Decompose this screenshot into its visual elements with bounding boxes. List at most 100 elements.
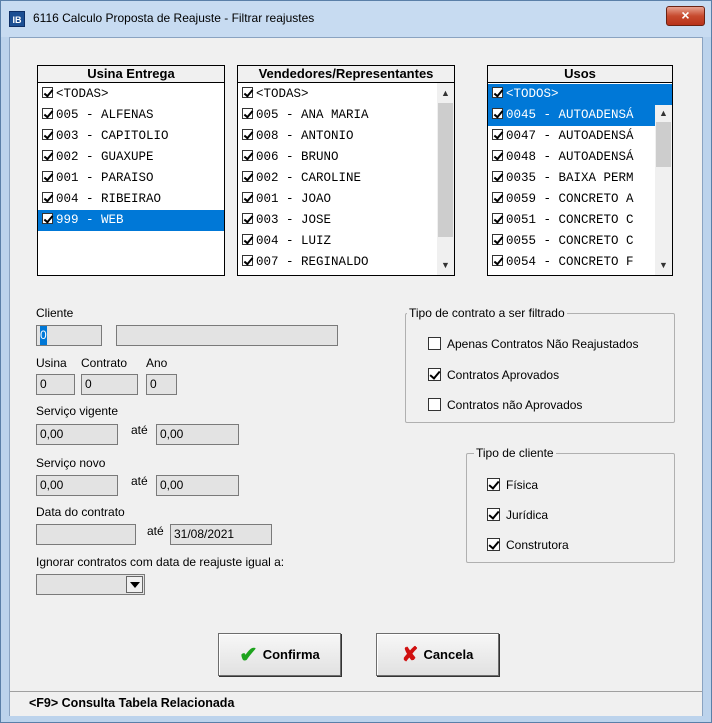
- list-item[interactable]: 001 - JOAO: [238, 189, 437, 210]
- servico-vigente-to-input[interactable]: 0,00: [156, 424, 239, 445]
- list-item[interactable]: <TODAS>: [38, 84, 224, 105]
- vendedores-list[interactable]: 007 - REGINALDO 004 - LUIZ 003 - JOSE 001 -…: [237, 82, 455, 276]
- construtora-checkbox[interactable]: Construtora: [487, 538, 569, 552]
- servico-vigente-from-input[interactable]: 0,00: [36, 424, 118, 445]
- list-item-label: 001 - PARAISO: [56, 171, 154, 185]
- ano-input[interactable]: 0: [146, 374, 177, 395]
- checkbox-icon[interactable]: [487, 478, 500, 491]
- list-item[interactable]: 008 - ANTONIO: [238, 126, 437, 147]
- close-button[interactable]: ×: [666, 6, 705, 26]
- cliente-code-input[interactable]: 0: [36, 325, 102, 346]
- list-item[interactable]: 007 - REGINALDO: [238, 252, 437, 273]
- scroll-thumb[interactable]: [438, 103, 453, 237]
- checkbox-icon[interactable]: [42, 87, 53, 98]
- list-item-label: 0051 - CONCRETO C: [506, 213, 634, 227]
- list-item[interactable]: 002 - GUAXUPE: [38, 147, 224, 168]
- list-item[interactable]: 001 - PARAISO: [38, 168, 224, 189]
- checkbox-icon[interactable]: [492, 150, 503, 161]
- list-item-label: 008 - ANTONIO: [256, 129, 354, 143]
- cliente-name-input[interactable]: [116, 325, 338, 346]
- checkbox-icon[interactable]: [487, 538, 500, 551]
- confirma-button[interactable]: ✔ Confirma: [218, 633, 341, 676]
- checkbox-icon[interactable]: [492, 108, 503, 119]
- checkbox-icon[interactable]: [242, 255, 253, 266]
- list-item[interactable]: 005 - ANA MARIA: [238, 105, 437, 126]
- list-item[interactable]: 003 - JOSE: [238, 210, 437, 231]
- list-item[interactable]: 0045 - AUTOADENSÁ: [488, 105, 655, 126]
- checkbox-icon[interactable]: [242, 192, 253, 203]
- list-item[interactable]: 0048 - AUTOADENSÁ: [488, 147, 655, 168]
- servico-novo-from-input[interactable]: 0,00: [36, 475, 118, 496]
- vendedores-scrollbar[interactable]: ▲ ▼: [437, 83, 454, 275]
- list-item[interactable]: 0035 - BAIXA PERM: [488, 168, 655, 189]
- usos-scrollbar[interactable]: ▲ ▼: [655, 105, 672, 275]
- list-item[interactable]: 002 - CAROLINE: [238, 168, 437, 189]
- ignorar-date-combo[interactable]: [36, 574, 145, 595]
- usos-list[interactable]: 0054 - CONCRETO F 0055 - CONCRETO C 0051 -…: [487, 82, 673, 276]
- list-item[interactable]: <TODOS>: [488, 84, 672, 105]
- usina-entrega-list[interactable]: 999 - WEB 004 - RIBEIRAO 001 - PARAISO 002 …: [37, 82, 225, 276]
- checkbox-icon[interactable]: [428, 368, 441, 381]
- checkbox-icon[interactable]: [492, 129, 503, 140]
- checkbox-icon[interactable]: [42, 171, 53, 182]
- title-bar[interactable]: IB 6116 Calculo Proposta de Reajuste - F…: [1, 1, 711, 37]
- checkbox-icon[interactable]: [242, 129, 253, 140]
- usina-input[interactable]: 0: [36, 374, 75, 395]
- checkbox-icon[interactable]: [428, 398, 441, 411]
- checkbox-icon[interactable]: [492, 213, 503, 224]
- list-item[interactable]: 003 - CAPITOLIO: [38, 126, 224, 147]
- contratos-nao-aprovados-checkbox[interactable]: Contratos não Aprovados: [428, 398, 582, 412]
- list-item[interactable]: 0055 - CONCRETO C: [488, 231, 655, 252]
- checkbox-icon[interactable]: [487, 508, 500, 521]
- checkbox-icon[interactable]: [492, 171, 503, 182]
- data-contrato-to-input[interactable]: 31/08/2021: [170, 524, 272, 545]
- checkbox-icon[interactable]: [242, 87, 253, 98]
- checkbox-icon[interactable]: [42, 108, 53, 119]
- list-item[interactable]: <TODAS>: [238, 84, 437, 105]
- scroll-up-icon[interactable]: ▲: [655, 105, 672, 122]
- checkbox-icon[interactable]: [492, 192, 503, 203]
- list-item[interactable]: 005 - ALFENAS: [38, 105, 224, 126]
- fisica-checkbox[interactable]: Física: [487, 478, 538, 492]
- checkbox-icon[interactable]: [492, 234, 503, 245]
- list-item[interactable]: 0051 - CONCRETO C: [488, 210, 655, 231]
- checkbox-icon[interactable]: [42, 213, 53, 224]
- checkbox-icon[interactable]: [242, 150, 253, 161]
- cancela-button[interactable]: ✘ Cancela: [376, 633, 499, 676]
- list-item-label: 002 - CAROLINE: [256, 171, 362, 185]
- list-item[interactable]: 0047 - AUTOADENSÁ: [488, 126, 655, 147]
- checkmark-icon: ✔: [239, 641, 258, 667]
- list-item[interactable]: 0059 - CONCRETO A: [488, 189, 655, 210]
- checkbox-icon[interactable]: [242, 108, 253, 119]
- scroll-up-icon[interactable]: ▲: [437, 85, 454, 102]
- ate-label: até: [147, 524, 164, 538]
- tipo-cliente-group: Tipo de cliente Física Jurídica Construt…: [466, 446, 675, 563]
- scroll-thumb[interactable]: [656, 122, 671, 167]
- juridica-checkbox[interactable]: Jurídica: [487, 508, 548, 522]
- data-contrato-from-input[interactable]: [36, 524, 136, 545]
- checkbox-icon[interactable]: [492, 87, 503, 98]
- list-item[interactable]: 999 - WEB: [38, 210, 224, 231]
- list-item[interactable]: 004 - LUIZ: [238, 231, 437, 252]
- list-item[interactable]: 006 - BRUNO: [238, 147, 437, 168]
- scroll-down-icon[interactable]: ▼: [437, 257, 454, 274]
- list-item[interactable]: 0054 - CONCRETO F: [488, 252, 655, 273]
- contrato-input[interactable]: 0: [81, 374, 138, 395]
- scroll-down-icon[interactable]: ▼: [655, 257, 672, 274]
- apenas-nao-reajustados-checkbox[interactable]: Apenas Contratos Não Reajustados: [428, 337, 638, 351]
- checkbox-icon[interactable]: [42, 192, 53, 203]
- list-item[interactable]: 004 - RIBEIRAO: [38, 189, 224, 210]
- checkbox-icon[interactable]: [242, 234, 253, 245]
- servico-novo-to-input[interactable]: 0,00: [156, 475, 239, 496]
- list-item-label: <TODAS>: [56, 87, 109, 101]
- dialog-client-area: Usina Entrega 999 - WEB 004 - RIBEIRAO 001…: [9, 37, 703, 716]
- contratos-aprovados-checkbox[interactable]: Contratos Aprovados: [428, 368, 559, 382]
- status-text: <F9> Consulta Tabela Relacionada: [29, 696, 235, 710]
- checkbox-icon[interactable]: [42, 150, 53, 161]
- checkbox-icon[interactable]: [242, 171, 253, 182]
- checkbox-icon[interactable]: [242, 213, 253, 224]
- chevron-down-icon[interactable]: [126, 576, 143, 593]
- checkbox-icon[interactable]: [428, 337, 441, 350]
- checkbox-icon[interactable]: [42, 129, 53, 140]
- checkbox-icon[interactable]: [492, 255, 503, 266]
